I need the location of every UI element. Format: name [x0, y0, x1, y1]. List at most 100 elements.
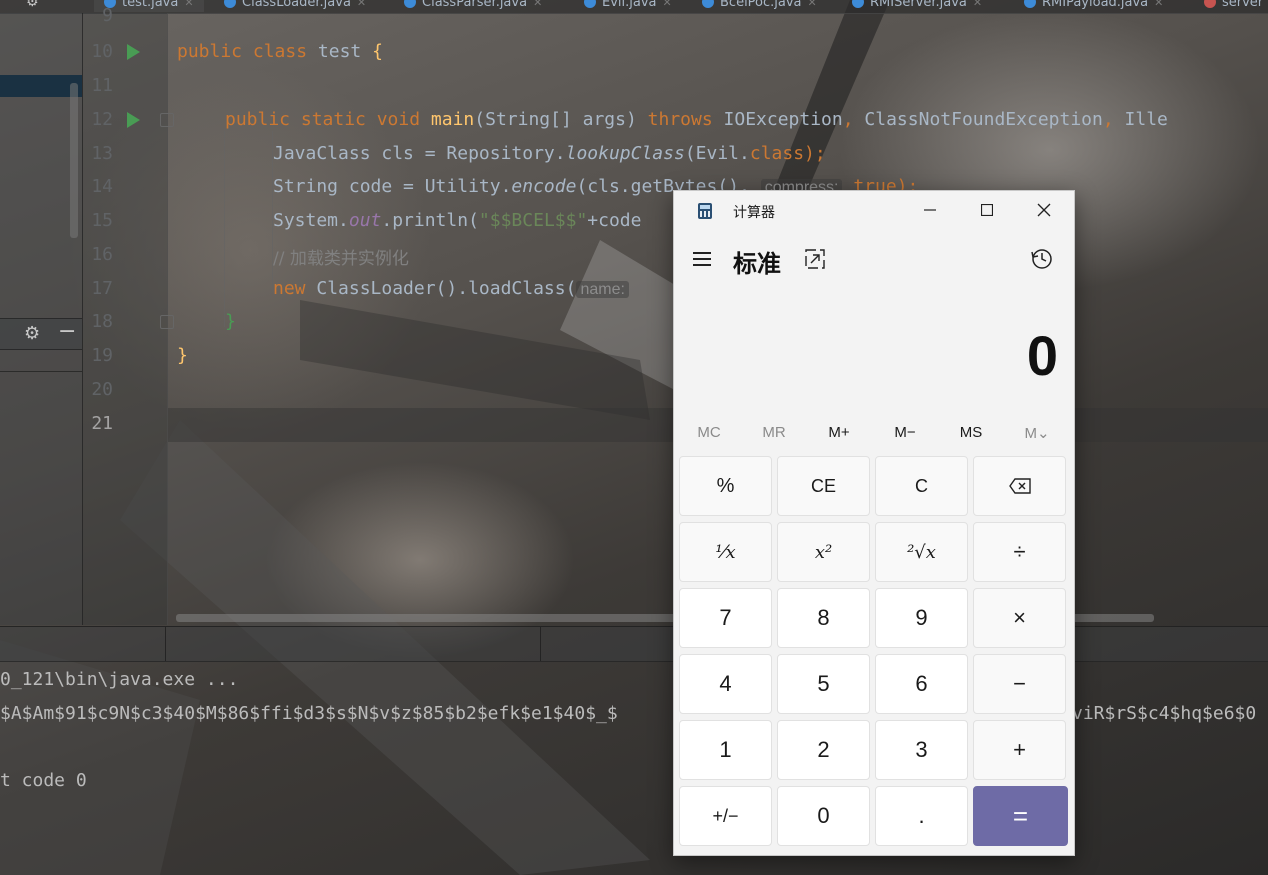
- tab-classparser-java[interactable]: ClassParser.java ✕: [404, 0, 542, 12]
- panel-divider: [0, 371, 82, 372]
- minimize-icon: [924, 209, 936, 211]
- minimize-icon[interactable]: −: [58, 319, 76, 344]
- digit-2-button[interactable]: 2: [777, 720, 870, 780]
- java-class-icon: [404, 0, 416, 8]
- close-icon[interactable]: ✕: [357, 0, 366, 9]
- tab-bcelpoc-java[interactable]: BcelPoc.java ✕: [702, 0, 817, 12]
- navigation-menu-button[interactable]: [692, 249, 714, 269]
- line-number: 11: [91, 75, 113, 96]
- divide-button[interactable]: ÷: [973, 522, 1066, 582]
- code-line-16-comment: // 加载类并实例化: [273, 249, 409, 269]
- divider: [165, 627, 166, 661]
- line-number: 16: [91, 244, 113, 265]
- memory-add-button[interactable]: M+: [806, 424, 872, 441]
- calculator-title-bar[interactable]: 计算器: [674, 191, 1074, 229]
- code-line-18: }: [225, 311, 236, 332]
- calculator-mode-title: 标准: [733, 251, 781, 278]
- line-number: 19: [91, 345, 113, 366]
- calculator-window: 计算器 标准 0 MC MR M+ M− MS M⌄ % CE C ¹⁄x x²…: [673, 190, 1075, 856]
- structure-toolbar: ⚙ −: [0, 318, 82, 350]
- java-class-icon: [584, 0, 596, 8]
- minimize-button[interactable]: [902, 191, 958, 229]
- digit-6-button[interactable]: 6: [875, 654, 968, 714]
- close-icon[interactable]: ✕: [1154, 0, 1163, 9]
- run-main-icon[interactable]: [127, 112, 140, 128]
- backspace-button[interactable]: [973, 456, 1066, 516]
- memory-clear-button[interactable]: MC: [676, 424, 742, 441]
- project-scrollbar[interactable]: [70, 83, 78, 238]
- digit-7-button[interactable]: 7: [679, 588, 772, 648]
- line-number: 12: [91, 109, 113, 130]
- keep-on-top-button[interactable]: [805, 249, 825, 269]
- equals-button[interactable]: =: [973, 786, 1068, 846]
- digit-5-button[interactable]: 5: [777, 654, 870, 714]
- clear-button[interactable]: C: [875, 456, 968, 516]
- code-line-19: }: [177, 345, 188, 366]
- square-button[interactable]: x²: [777, 522, 870, 582]
- negate-button[interactable]: +/−: [679, 786, 772, 846]
- add-button[interactable]: +: [973, 720, 1066, 780]
- digit-1-button[interactable]: 1: [679, 720, 772, 780]
- project-tool-window: ⚙ −: [0, 13, 83, 625]
- line-number: 10: [91, 41, 113, 62]
- close-icon[interactable]: ✕: [808, 0, 817, 9]
- divider: [540, 627, 541, 661]
- line-number: 13: [91, 143, 113, 164]
- percent-button[interactable]: %: [679, 456, 772, 516]
- square-root-button[interactable]: ²√x: [875, 522, 968, 582]
- multiply-button[interactable]: ×: [973, 588, 1066, 648]
- memory-store-button[interactable]: MS: [938, 424, 1004, 441]
- editor-tab-bar: test.java ✕ ClassLoader.java ✕ ClassPars…: [0, 0, 1268, 14]
- subtract-button[interactable]: −: [973, 654, 1066, 714]
- tab-server[interactable]: server: [1204, 0, 1263, 12]
- digit-8-button[interactable]: 8: [777, 588, 870, 648]
- history-button[interactable]: [1031, 248, 1053, 270]
- memory-list-button[interactable]: M⌄: [1004, 424, 1070, 442]
- console-line: 0_121\bin\java.exe ...: [0, 669, 239, 690]
- java-class-icon: [852, 0, 864, 8]
- history-icon: [1031, 249, 1052, 269]
- digit-0-button[interactable]: 0: [777, 786, 870, 846]
- calculator-app-icon: [698, 203, 712, 219]
- line-number: 14: [91, 176, 113, 197]
- maximize-icon: [981, 204, 993, 216]
- window-title: 计算器: [733, 204, 775, 220]
- hamburger-icon: [693, 252, 711, 254]
- close-icon[interactable]: ✕: [973, 0, 982, 9]
- memory-subtract-button[interactable]: M−: [872, 424, 938, 441]
- tab-rmiserver-java[interactable]: RMIServer.java ✕: [852, 0, 982, 12]
- close-icon[interactable]: ✕: [533, 0, 542, 9]
- close-icon[interactable]: ✕: [663, 0, 672, 9]
- console-line: t code 0: [0, 770, 87, 791]
- maximize-button[interactable]: [959, 191, 1015, 229]
- digit-9-button[interactable]: 9: [875, 588, 968, 648]
- code-line-13: JavaClass cls = Repository.lookupClass(E…: [273, 143, 826, 164]
- console-line: $A$Am$91$c9N$c3$40$M$86$ffi$d3$s$N$v$z$8…: [0, 703, 618, 724]
- tab-classloader-java[interactable]: ClassLoader.java ✕: [224, 0, 366, 12]
- java-class-icon: [224, 0, 236, 8]
- run-class-icon[interactable]: [127, 44, 140, 60]
- tab-rmipayload-java[interactable]: RMIPayload.java ✕: [1024, 0, 1163, 12]
- line-number: 18: [91, 311, 113, 332]
- reciprocal-button[interactable]: ¹⁄x: [679, 522, 772, 582]
- close-icon[interactable]: ✕: [184, 0, 193, 9]
- indent-guide: [224, 131, 225, 327]
- digit-4-button[interactable]: 4: [679, 654, 772, 714]
- run-console[interactable]: 0_121\bin\java.exe ... $A$Am$91$c9N$c3$4…: [0, 661, 1268, 875]
- gear-icon[interactable]: ⚙: [24, 323, 40, 344]
- close-button[interactable]: [1016, 191, 1072, 229]
- code-line-12: public static void main(String[] args) t…: [225, 109, 1168, 130]
- decimal-button[interactable]: .: [875, 786, 968, 846]
- keep-on-top-icon: [805, 249, 825, 269]
- close-icon: [1037, 203, 1051, 217]
- code-line-15: System.out.println("$$BCEL$$"+code: [273, 210, 642, 231]
- digit-3-button[interactable]: 3: [875, 720, 968, 780]
- line-number: 15: [91, 210, 113, 231]
- editor-gutter: 9 10 11 12 13 14 15 16 17 18 19 20 21: [83, 5, 174, 625]
- java-class-icon: [1204, 0, 1216, 8]
- line-number: 17: [91, 278, 113, 299]
- gear-icon[interactable]: ⚙: [26, 0, 39, 10]
- tab-evil-java[interactable]: Evil.java ✕: [584, 0, 672, 12]
- clear-entry-button[interactable]: CE: [777, 456, 870, 516]
- memory-recall-button[interactable]: MR: [741, 424, 807, 441]
